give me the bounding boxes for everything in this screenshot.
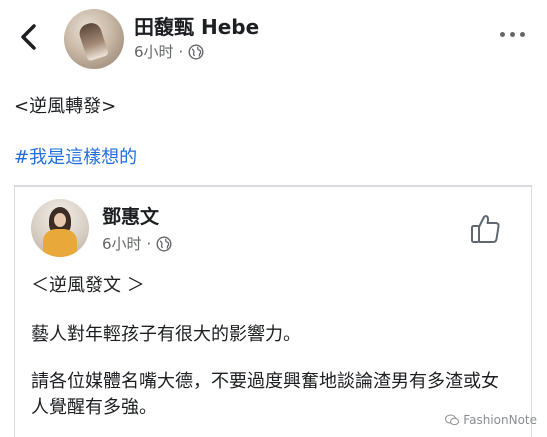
post-meta: 6小时 · [134,41,204,62]
chevron-left-icon [21,24,36,50]
post-time[interactable]: 6小时 [134,41,174,62]
shared-post-meta: 6小时 · [102,233,172,254]
meta-separator: · [146,234,152,253]
globe-icon [156,235,172,252]
like-button[interactable] [469,212,503,246]
poster-name[interactable]: 田馥甄 Hebe [134,11,259,40]
shared-author-avatar[interactable] [31,199,89,257]
globe-icon [188,43,204,60]
shared-author-name[interactable]: 鄧惠文 [102,202,159,229]
watermark: FashionNote [445,413,537,427]
shared-post-title: ＜逆風發文 ＞ [31,275,145,296]
more-options-button[interactable] [500,32,525,37]
watermark-text: FashionNote [463,413,537,427]
meta-separator: · [178,42,184,61]
back-button[interactable] [14,22,44,52]
shared-post-paragraph: 請各位媒體名嘴大德，不要過度興奮地談論渣男有多渣或女人覺醒有多強。 [31,371,499,418]
poster-avatar[interactable] [64,9,124,69]
hashtag-link[interactable]: #我是這樣想的 [14,143,137,169]
post-text: <逆風轉發> [14,96,117,117]
shared-post-paragraph: 藝人對年輕孩子有很大的影響力。 [31,324,301,345]
shared-post-card[interactable]: 鄧惠文 6小时 · ＜逆風發文 ＞ 藝人對年輕孩子有很大的影響力。 請各位媒體名… [14,185,532,437]
thumbs-up-icon [471,215,500,243]
wechat-icon [445,414,460,426]
shared-post-time[interactable]: 6小时 [102,233,142,254]
more-dots-icon [500,32,505,37]
